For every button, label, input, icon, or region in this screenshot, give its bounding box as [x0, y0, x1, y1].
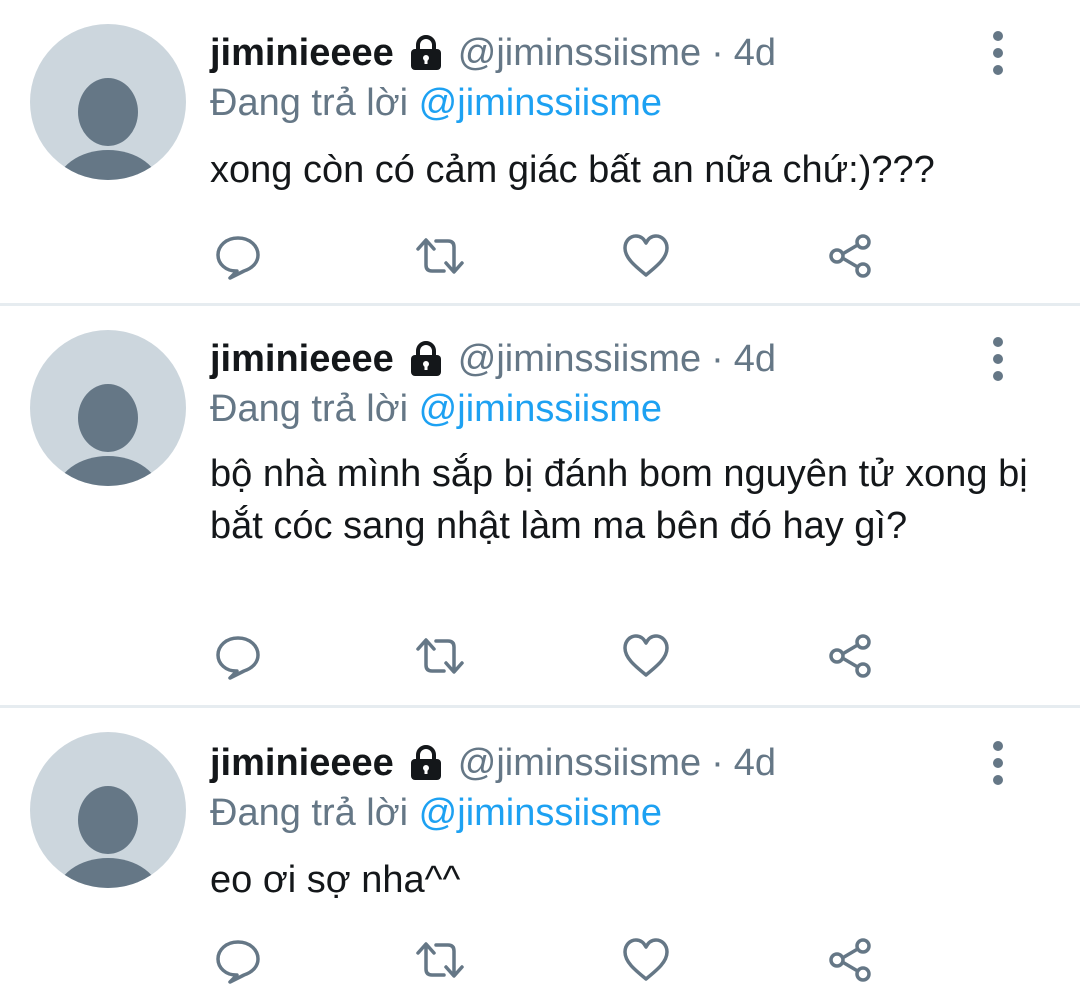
lock-icon	[406, 33, 446, 73]
like-button[interactable]	[618, 228, 674, 284]
user-handle[interactable]: @jiminssiisme	[458, 338, 701, 381]
share-button[interactable]	[822, 628, 878, 684]
reply-button[interactable]	[210, 628, 266, 684]
retweet-button[interactable]	[412, 228, 468, 284]
replying-to: Đang trả lời @jiminssiisme	[210, 788, 662, 838]
tweet-actions	[210, 932, 890, 988]
share-icon	[829, 234, 871, 278]
more-vertical-icon[interactable]	[978, 334, 1018, 384]
avatar[interactable]	[30, 732, 186, 888]
share-icon	[829, 634, 871, 678]
separator-dot: ·	[711, 741, 724, 784]
reply-button[interactable]	[210, 228, 266, 284]
retweet-icon	[416, 638, 464, 674]
timestamp[interactable]: 4d	[734, 742, 776, 785]
lock-icon	[406, 339, 446, 379]
retweet-button[interactable]	[412, 932, 468, 988]
retweet-icon	[416, 238, 464, 274]
default-avatar-icon	[57, 78, 159, 180]
tweet-header: jiminieeee @jiminssiisme · 4d	[210, 334, 776, 384]
tweet-text: xong còn có cảm giác bất an nữa chứ:)???	[210, 149, 935, 191]
lock-icon	[406, 743, 446, 783]
replying-to-handle[interactable]: @jiminssiisme	[419, 388, 662, 430]
retweet-button[interactable]	[412, 628, 468, 684]
default-avatar-icon	[57, 384, 159, 486]
retweet-icon	[416, 942, 464, 978]
tweet-header: jiminieeee @jiminssiisme · 4d	[210, 28, 776, 78]
share-icon	[829, 938, 871, 982]
tweet-text: eo ơi sợ nha^^	[210, 859, 461, 901]
display-name[interactable]: jiminieeee	[210, 32, 394, 75]
user-handle[interactable]: @jiminssiisme	[458, 32, 701, 75]
more-vertical-icon[interactable]	[978, 28, 1018, 78]
avatar[interactable]	[30, 330, 186, 486]
tweet[interactable]: jiminieeee @jiminssiisme · 4d Đang trả l…	[0, 708, 1080, 1003]
separator-dot: ·	[711, 31, 724, 74]
replying-to-label: Đang trả lời	[210, 82, 409, 124]
replying-to-handle[interactable]: @jiminssiisme	[419, 792, 662, 834]
display-name[interactable]: jiminieeee	[210, 338, 394, 381]
share-button[interactable]	[822, 932, 878, 988]
user-handle[interactable]: @jiminssiisme	[458, 742, 701, 785]
reply-button[interactable]	[210, 932, 266, 988]
tweet-actions	[210, 228, 890, 284]
display-name[interactable]: jiminieeee	[210, 742, 394, 785]
replying-to-handle[interactable]: @jiminssiisme	[419, 82, 662, 124]
replying-to: Đang trả lời @jiminssiisme	[210, 384, 662, 434]
timestamp[interactable]: 4d	[734, 338, 776, 381]
replying-to-label: Đang trả lời	[210, 792, 409, 834]
default-avatar-icon	[57, 786, 159, 888]
reply-icon	[216, 236, 260, 280]
share-button[interactable]	[822, 228, 878, 284]
replying-to-label: Đang trả lời	[210, 388, 409, 430]
like-button[interactable]	[618, 628, 674, 684]
timeline: jiminieeee @jiminssiisme · 4d Đang trả l…	[0, 0, 1080, 1003]
tweet-text: bộ nhà mình sắp bị đánh bom nguyên tử xo…	[210, 453, 1028, 547]
tweet-header: jiminieeee @jiminssiisme · 4d	[210, 738, 776, 788]
tweet-actions	[210, 628, 890, 684]
more-vertical-icon[interactable]	[978, 738, 1018, 788]
replying-to: Đang trả lời @jiminssiisme	[210, 78, 662, 128]
reply-icon	[216, 940, 260, 984]
heart-icon	[623, 938, 669, 981]
tweet[interactable]: jiminieeee @jiminssiisme · 4d Đang trả l…	[0, 306, 1080, 708]
timestamp[interactable]: 4d	[734, 32, 776, 75]
avatar[interactable]	[30, 24, 186, 180]
like-button[interactable]	[618, 932, 674, 988]
reply-icon	[216, 636, 260, 680]
heart-icon	[623, 234, 669, 277]
heart-icon	[623, 634, 669, 677]
separator-dot: ·	[711, 337, 724, 380]
tweet[interactable]: jiminieeee @jiminssiisme · 4d Đang trả l…	[0, 0, 1080, 306]
